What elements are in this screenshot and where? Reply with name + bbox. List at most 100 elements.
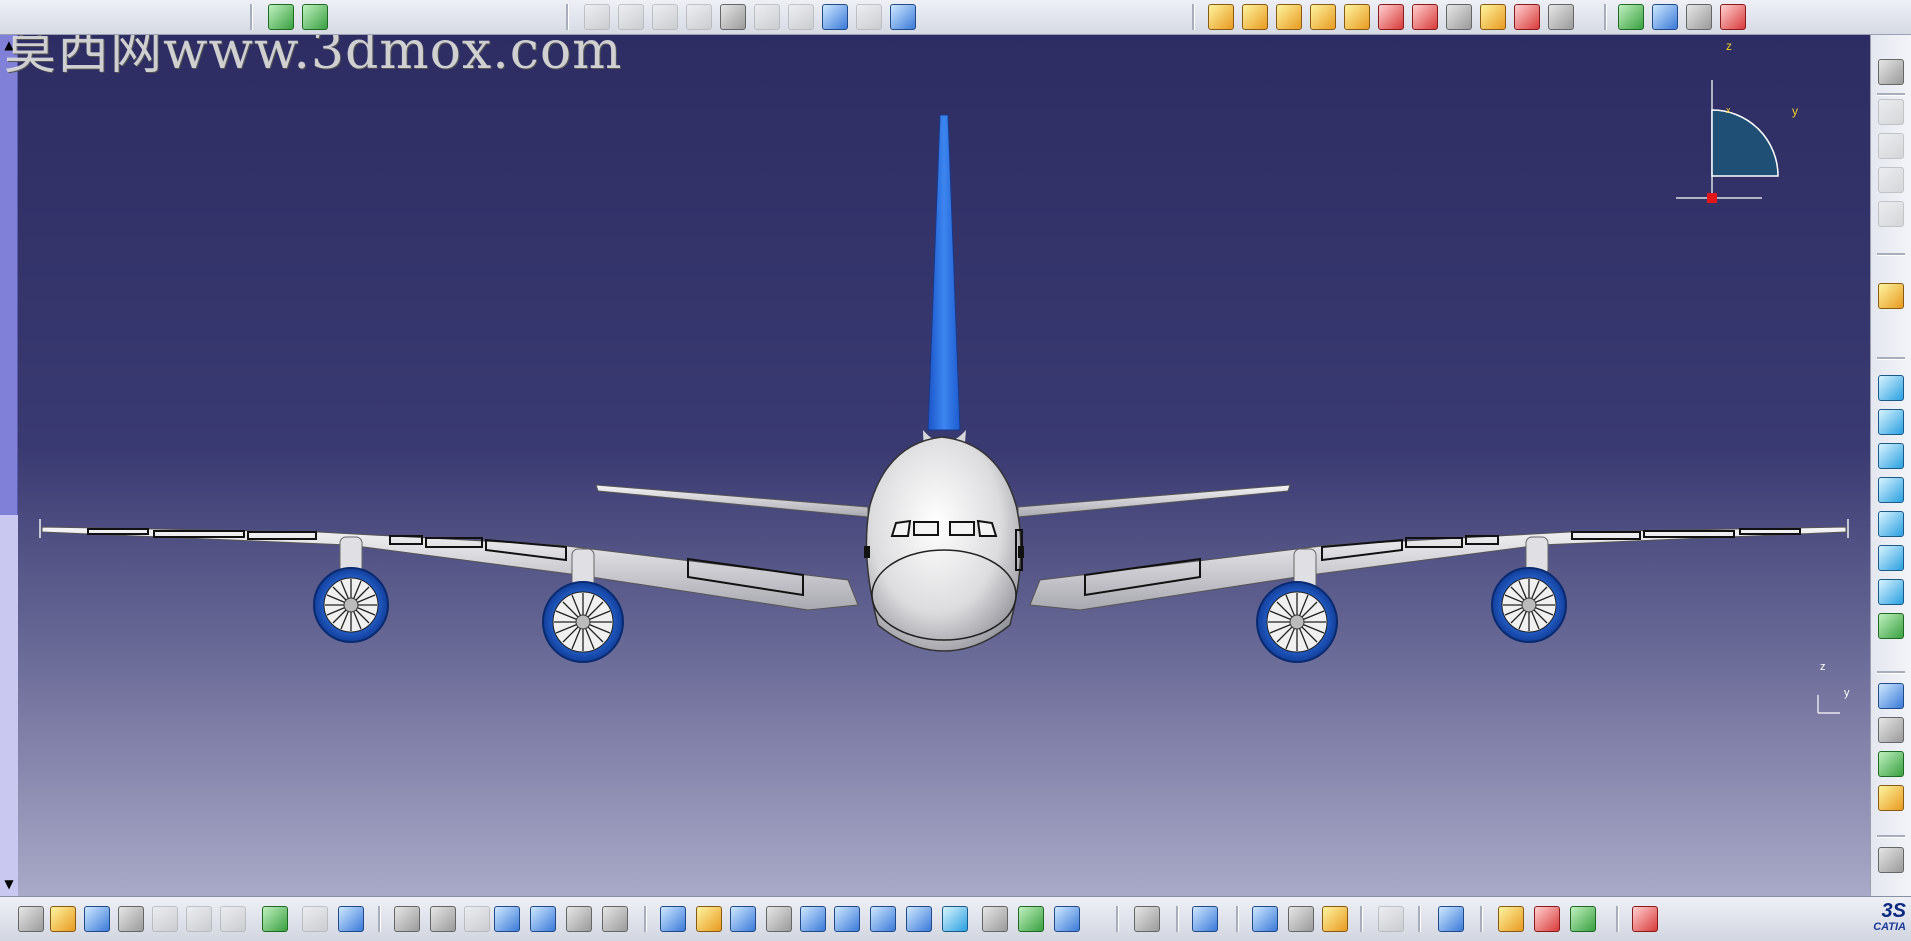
new-icon[interactable]: [18, 906, 44, 932]
sketch-icon[interactable]: [268, 4, 294, 30]
grid-icon[interactable]: [1534, 906, 1560, 932]
render-style-icon[interactable]: [1878, 683, 1904, 709]
tree-icon[interactable]: [530, 906, 556, 932]
doc-icon[interactable]: [1878, 167, 1904, 193]
settings-icon[interactable]: [1878, 59, 1904, 85]
knowledge-icon[interactable]: [464, 906, 490, 932]
table-icon[interactable]: [1446, 4, 1472, 30]
comment-icon[interactable]: [430, 906, 456, 932]
undo-icon[interactable]: [262, 906, 288, 932]
material-icon[interactable]: [1288, 906, 1314, 932]
multi-icon[interactable]: [1208, 4, 1234, 30]
part-icon[interactable]: [618, 4, 644, 30]
measure-between-icon[interactable]: [1252, 906, 1278, 932]
catia-logo-text: CATIA: [1873, 921, 1906, 933]
zoom-in-icon[interactable]: [800, 906, 826, 932]
pan-icon[interactable]: [730, 906, 756, 932]
fit-all-icon[interactable]: [696, 906, 722, 932]
iso-view-icon[interactable]: [1878, 375, 1904, 401]
3d-viewport[interactable]: z y x z y: [18, 35, 1870, 896]
select-icon[interactable]: [1878, 283, 1904, 309]
compass-x-label: x: [1726, 105, 1731, 115]
render-icon[interactable]: [1438, 906, 1464, 932]
right-view-icon[interactable]: [1878, 511, 1904, 537]
ruler-icon[interactable]: [1322, 906, 1348, 932]
spreadsheet-icon[interactable]: [1720, 4, 1746, 30]
link-icon[interactable]: [822, 4, 848, 30]
mini-axis-triad: [1817, 695, 1840, 714]
spreadsheet-icon[interactable]: [1686, 4, 1712, 30]
text-icon[interactable]: [1412, 4, 1438, 30]
zoom-out-icon[interactable]: [834, 906, 860, 932]
gear-icon[interactable]: [1242, 4, 1268, 30]
doc-icon[interactable]: [1878, 99, 1904, 125]
flag-icon[interactable]: [1378, 4, 1404, 30]
redo-icon[interactable]: [302, 906, 328, 932]
table-icon[interactable]: [494, 906, 520, 932]
camera-icon[interactable]: [1134, 906, 1160, 932]
stabilizer-left: [595, 484, 869, 518]
mini-axis-z-label: z: [1820, 661, 1826, 673]
graph-icon[interactable]: [890, 4, 916, 30]
photo-icon[interactable]: [1498, 906, 1524, 932]
sample-icon[interactable]: [1878, 751, 1904, 777]
arrow-icon[interactable]: [1344, 4, 1370, 30]
cube-icon[interactable]: [1652, 4, 1678, 30]
scroll-down-icon[interactable]: ▼: [1, 876, 17, 892]
stabilizer-right: [1017, 484, 1291, 518]
plane-icon[interactable]: [302, 4, 328, 30]
top-view-icon[interactable]: [1878, 545, 1904, 571]
measure-icon[interactable]: [1192, 906, 1218, 932]
catia-logo-mark: 3S: [1881, 900, 1906, 922]
arrow-icon[interactable]: [1310, 4, 1336, 30]
hide-icon[interactable]: [982, 906, 1008, 932]
grid-icon[interactable]: [1632, 906, 1658, 932]
render-style-icon[interactable]: [1878, 717, 1904, 743]
back-view-icon[interactable]: [1878, 443, 1904, 469]
front-view-icon[interactable]: [1878, 409, 1904, 435]
cube-icon[interactable]: [1618, 4, 1644, 30]
apply-material-icon[interactable]: [1378, 906, 1404, 932]
lock-icon[interactable]: [566, 906, 592, 932]
normal-view-icon[interactable]: [870, 906, 896, 932]
named-view-icon[interactable]: [1878, 613, 1904, 639]
paste-icon[interactable]: [220, 906, 246, 932]
bottom-view-icon[interactable]: [1878, 579, 1904, 605]
left-scrollbar[interactable]: ▲ ▼: [0, 35, 18, 896]
body-icon[interactable]: [652, 4, 678, 30]
rule-icon[interactable]: [602, 906, 628, 932]
catalog-icon[interactable]: [1570, 906, 1596, 932]
doc-icon[interactable]: [1878, 133, 1904, 159]
iso-view-icon[interactable]: [942, 906, 968, 932]
wrench-icon[interactable]: [1514, 4, 1540, 30]
multi-view-icon[interactable]: [906, 906, 932, 932]
print-icon[interactable]: [118, 906, 144, 932]
save-icon[interactable]: [84, 906, 110, 932]
compass-y-label: y: [1792, 104, 1798, 118]
cut-icon[interactable]: [152, 906, 178, 932]
fly-icon[interactable]: [660, 906, 686, 932]
shading-icon[interactable]: [1054, 906, 1080, 932]
bottom-toolbar: [0, 896, 1911, 941]
anchor-icon[interactable]: [720, 4, 746, 30]
doc-icon[interactable]: [1878, 201, 1904, 227]
open-icon[interactable]: [50, 906, 76, 932]
compass-icon[interactable]: [1878, 847, 1904, 873]
shaft-icon[interactable]: [686, 4, 712, 30]
constraint-icon[interactable]: [584, 4, 610, 30]
copy-icon[interactable]: [186, 906, 212, 932]
layer-icon[interactable]: [1548, 4, 1574, 30]
pencil-icon[interactable]: [754, 4, 780, 30]
scrollbar-track[interactable]: [0, 515, 18, 896]
update-icon[interactable]: [856, 4, 882, 30]
rotate-icon[interactable]: [766, 906, 792, 932]
clipboard-icon[interactable]: [788, 4, 814, 30]
chart-icon[interactable]: [1480, 4, 1506, 30]
light-icon[interactable]: [1878, 785, 1904, 811]
gear-icon[interactable]: [1276, 4, 1302, 30]
formula-icon[interactable]: [394, 906, 420, 932]
swap-icon[interactable]: [1018, 906, 1044, 932]
left-view-icon[interactable]: [1878, 477, 1904, 503]
whats-this-icon[interactable]: [338, 906, 364, 932]
catia-logo: 3S CATIA: [1858, 900, 1906, 938]
